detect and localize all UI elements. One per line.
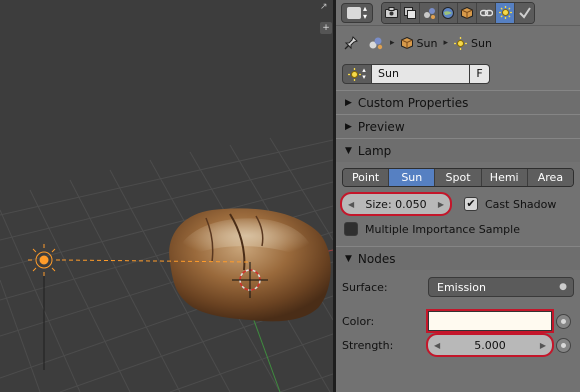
- breadcrumb: ▸ Sun ▸ Sun: [336, 26, 580, 60]
- browse-lamp-button[interactable]: ▴ ▾: [342, 64, 372, 84]
- pin-icon[interactable]: [344, 36, 358, 50]
- socket-dot-icon: [561, 318, 566, 324]
- lamp-datablock-selector: ▴ ▾ Sun F: [336, 62, 580, 86]
- surface-shader-menu[interactable]: Emission ●: [428, 277, 574, 297]
- lamp-panel-body: Point Sun Spot Hemi Area ◀ Size: 0.050 ▶…: [336, 162, 580, 240]
- nodes-panel-body: Surface: Emission ● Color: Strength: ◀ 5…: [336, 276, 580, 357]
- properties-editor: ▴ ▾ ▸ Sun ▸ Sun ▴ ▾ Sun F ▶ Custom Prope…: [336, 0, 580, 392]
- strength-field[interactable]: ◀ 5.000 ▶: [426, 333, 554, 357]
- cube-icon: [400, 37, 413, 49]
- sun-icon: [454, 36, 467, 50]
- triangle-right-icon: ▶: [345, 121, 352, 132]
- custom-properties-panel-header[interactable]: ▶ Custom Properties: [336, 90, 580, 114]
- color-swatch[interactable]: [426, 309, 554, 333]
- cast-shadow-checkbox[interactable]: ✔: [464, 197, 478, 211]
- cast-shadow-label: Cast Shadow: [485, 197, 557, 211]
- cast-shadow-option[interactable]: ✔ Cast Shadow: [464, 197, 556, 211]
- decrement-arrow-icon[interactable]: ◀: [348, 200, 354, 209]
- lamp-type-area[interactable]: Area: [527, 169, 573, 186]
- preview-panel-header[interactable]: ▶ Preview: [336, 114, 580, 138]
- multiple-importance-checkbox[interactable]: [344, 222, 358, 236]
- size-value: Size: 0.050: [365, 197, 427, 211]
- triangle-down-icon: ▼: [345, 253, 352, 264]
- breadcrumb-object: Sun: [400, 36, 438, 50]
- lamp-type-hemi[interactable]: Hemi: [481, 169, 528, 186]
- properties-editor-icon: [346, 6, 361, 19]
- world-tab[interactable]: [439, 2, 458, 23]
- material-tab[interactable]: [515, 2, 534, 23]
- color-row: Color:: [342, 309, 574, 333]
- lamp-type-selector: Point Sun Spot Hemi Area: [342, 168, 574, 187]
- surface-value: Emission: [437, 280, 486, 294]
- breadcrumb-separator: ▸: [390, 38, 395, 48]
- size-field[interactable]: ◀ Size: 0.050 ▶: [340, 192, 452, 216]
- camera-icon: [384, 7, 398, 18]
- increment-arrow-icon[interactable]: ▶: [438, 200, 444, 209]
- sun-icon: [498, 6, 512, 19]
- size-shadow-row: ◀ Size: 0.050 ▶ ✔ Cast Shadow: [340, 192, 574, 216]
- render-tab[interactable]: [382, 2, 401, 23]
- layers-icon: [404, 6, 416, 19]
- constraints-tab[interactable]: [477, 2, 496, 23]
- editor-type-menu[interactable]: ▴ ▾: [341, 2, 373, 23]
- render-layers-tab[interactable]: [401, 2, 420, 23]
- color-label: Color:: [342, 314, 375, 328]
- lamp-panel-header[interactable]: ▼ Lamp: [336, 138, 580, 162]
- viewport-scene: [0, 137, 333, 392]
- cube-icon: [461, 6, 473, 19]
- triangle-right-icon: ▶: [345, 97, 352, 108]
- scene-icon: [423, 7, 435, 19]
- socket-dot-icon: [561, 342, 566, 348]
- breadcrumb-lamp-label: Sun: [471, 36, 492, 50]
- custom-properties-label: Custom Properties: [357, 95, 469, 110]
- color-socket-button[interactable]: [556, 313, 571, 329]
- object-tab[interactable]: [458, 2, 477, 23]
- chevron-updown-icon: ▴ ▾: [362, 66, 366, 81]
- scene-icon: [369, 37, 383, 50]
- 3d-viewport[interactable]: ↗ +: [0, 0, 333, 392]
- context-tabs: [381, 1, 535, 24]
- link-icon: [479, 9, 493, 16]
- strength-socket-button[interactable]: [556, 337, 571, 353]
- world-icon: [442, 6, 454, 19]
- lamp-type-spot[interactable]: Spot: [435, 169, 482, 186]
- properties-header: ▴ ▾: [336, 0, 580, 26]
- lamp-type-sun[interactable]: Sun: [389, 169, 436, 186]
- nodes-panel-header[interactable]: ▼ Nodes: [336, 246, 580, 270]
- strength-value: 5.000: [474, 338, 506, 352]
- surface-label: Surface:: [342, 280, 388, 294]
- updown-dot-icon: ●: [559, 282, 567, 292]
- triangle-down-icon: ▼: [345, 145, 352, 156]
- strength-row: Strength: ◀ 5.000 ▶: [342, 333, 574, 357]
- lamp-type-point[interactable]: Point: [343, 169, 390, 186]
- data-tab[interactable]: [496, 2, 515, 23]
- lamp-name-field[interactable]: Sun: [372, 64, 470, 84]
- lamp-label: Lamp: [357, 143, 392, 158]
- sun-icon: [348, 67, 362, 81]
- viewport-toolshelf-toggle[interactable]: +: [320, 22, 332, 34]
- chevron-updown-icon: ▴ ▾: [362, 3, 367, 21]
- strength-label: Strength:: [342, 338, 394, 352]
- viewport-corner-widget[interactable]: ↗: [320, 2, 328, 12]
- surface-row: Surface: Emission ●: [342, 276, 574, 298]
- breadcrumb-lamp: Sun: [454, 36, 492, 50]
- fake-user-button[interactable]: F: [470, 64, 490, 84]
- decrement-arrow-icon[interactable]: ◀: [434, 341, 440, 350]
- multiple-importance-label: Multiple Importance Sample: [365, 222, 520, 236]
- preview-label: Preview: [357, 119, 405, 134]
- nodes-label: Nodes: [357, 251, 396, 266]
- breadcrumb-separator: ▸: [443, 38, 448, 48]
- increment-arrow-icon[interactable]: ▶: [540, 341, 546, 350]
- mis-option[interactable]: Multiple Importance Sample: [342, 218, 574, 240]
- check-icon: [518, 6, 531, 19]
- breadcrumb-object-label: Sun: [416, 36, 438, 50]
- scene-tab[interactable]: [420, 2, 439, 23]
